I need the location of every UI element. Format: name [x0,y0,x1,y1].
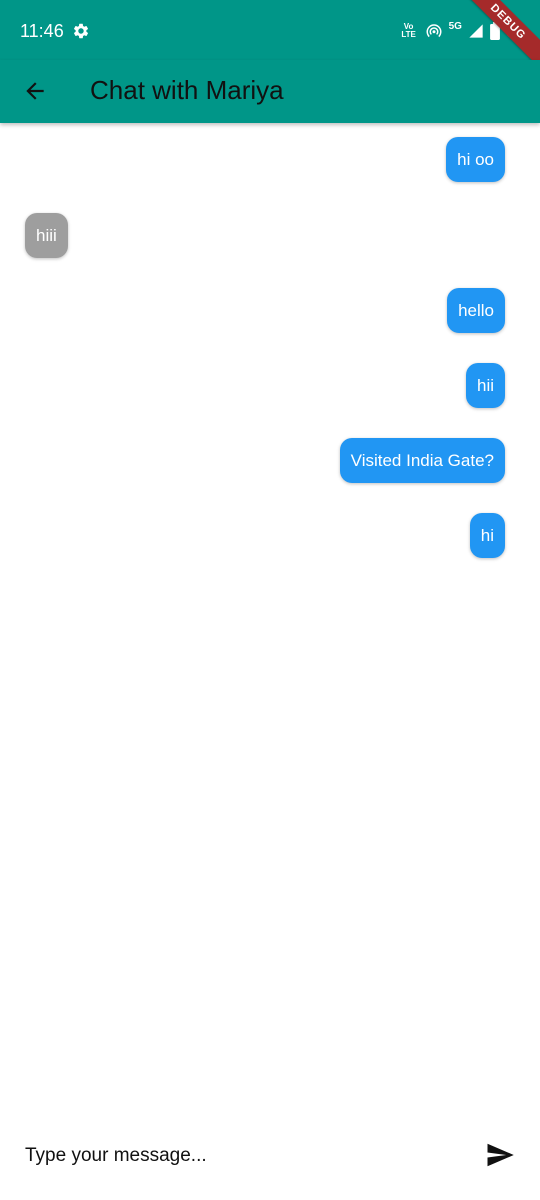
status-time: 11:46 [20,21,64,41]
app-bar: Chat with Mariya [0,60,540,123]
sent-message-bubble[interactable]: hii [465,363,505,408]
message-row: hiii [25,213,505,258]
send-icon [487,1143,514,1167]
received-message-bubble[interactable]: hiii [25,213,68,258]
settings-gear-icon [73,23,89,39]
cell-signal-icon [469,24,483,38]
sent-message-bubble[interactable]: Visited India Gate? [339,438,505,483]
volte-indicator: Vo LTE [399,23,419,39]
volte-bottom-label: LTE [401,30,416,39]
message-row: Visited India Gate? [25,438,505,483]
message-input[interactable] [25,1139,455,1173]
sent-message-bubble[interactable]: hi [469,513,505,558]
message-row: hello [25,288,505,333]
message-row: hi oo [25,137,505,182]
status-bar: 11:46 Vo LTE 5G 92 DEBUG [0,0,540,79]
send-button[interactable] [482,1137,518,1173]
message-row: hii [25,363,505,408]
back-button[interactable] [18,74,52,108]
message-row: hi [25,513,505,558]
page-title: Chat with Mariya [90,75,284,105]
network-type-label: 5G [448,21,462,32]
message-composer [0,1123,540,1200]
sent-message-bubble[interactable]: hi oo [446,137,505,182]
hotspot-icon [426,24,442,38]
arrow-left-icon [26,82,44,100]
message-list[interactable]: hi oo hiii hello hii Visited India Gate?… [0,123,540,1123]
sent-message-bubble[interactable]: hello [447,288,505,333]
